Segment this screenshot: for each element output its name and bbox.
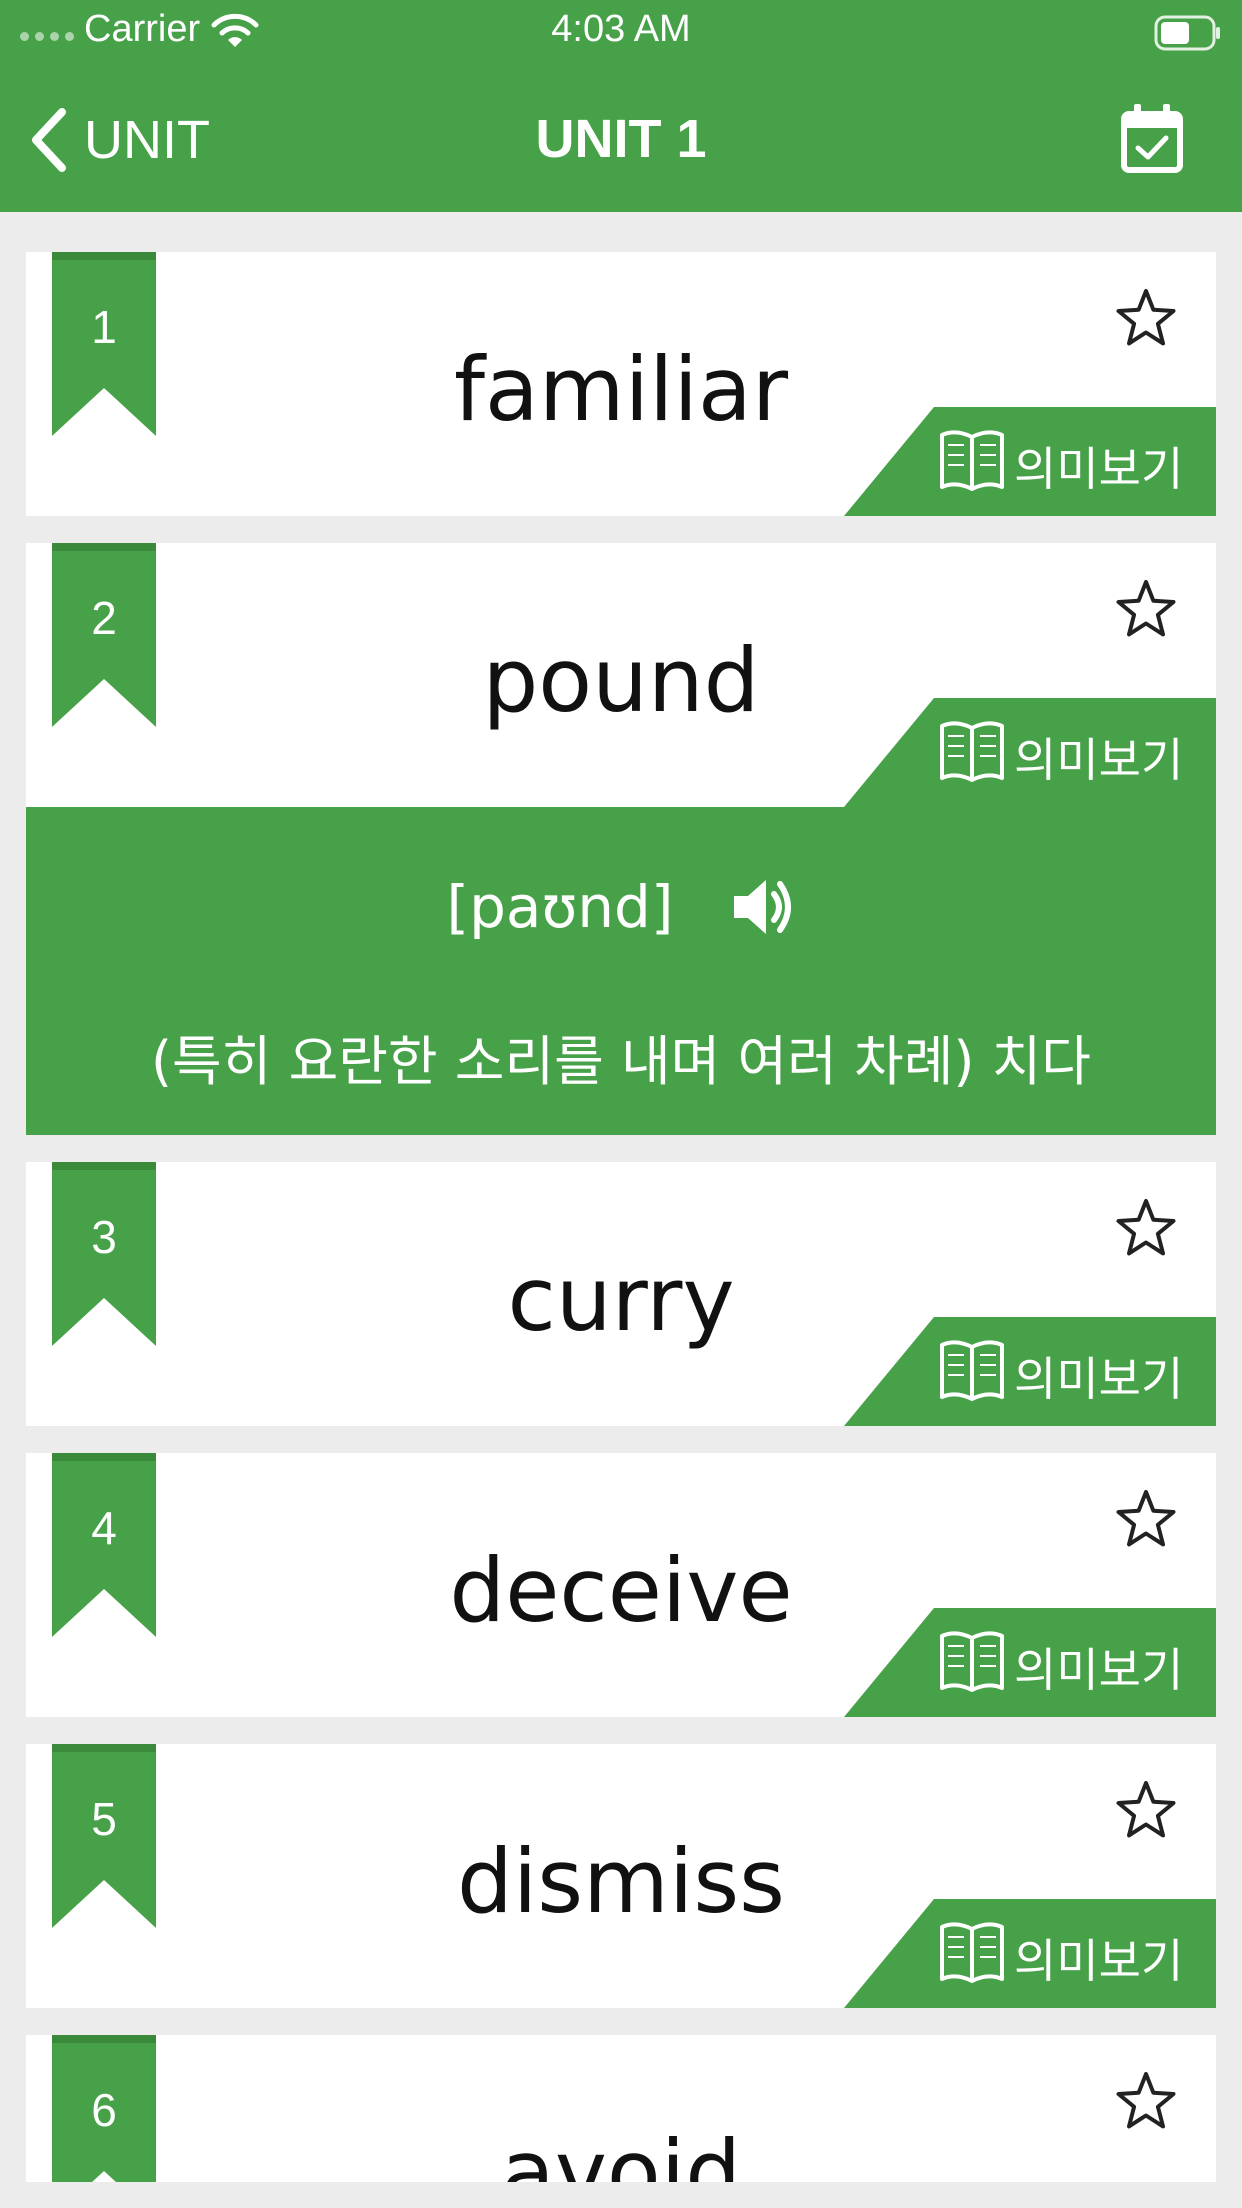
word-card[interactable]: 4 deceive 의미보기 (26, 1453, 1216, 1717)
dictionary-book-icon (940, 430, 1004, 491)
word-card[interactable]: 2 pound 의미보기 [paʊnd] (특히 요란한 소리를 내며 여러 차… (26, 543, 1216, 1135)
star-icon[interactable] (1114, 1487, 1178, 1551)
word-card[interactable]: 3 curry 의미보기 (26, 1162, 1216, 1426)
calendar-check-icon (1121, 104, 1183, 173)
view-meaning-label: 의미보기 (1014, 1352, 1184, 1406)
view-meaning-label: 의미보기 (1014, 442, 1184, 496)
battery-icon (1154, 15, 1220, 51)
calendar-button[interactable] (1120, 102, 1184, 178)
word-detail-panel: [paʊnd] (특히 요란한 소리를 내며 여러 차례) 치다 (26, 807, 1216, 1135)
dictionary-book-icon (940, 1922, 1004, 1983)
view-meaning-label: 의미보기 (1014, 1934, 1184, 1988)
pronunciation-row: [paʊnd] (26, 873, 1216, 941)
pronunciation-text: [paʊnd] (446, 873, 674, 941)
star-icon[interactable] (1114, 577, 1178, 641)
dictionary-book-icon (940, 1631, 1004, 1692)
status-time: 4:03 AM (551, 8, 691, 50)
page-title: UNIT 1 (535, 109, 707, 169)
view-meaning-button[interactable]: 의미보기 (844, 1608, 1216, 1717)
view-meaning-button[interactable]: 의미보기 (844, 1899, 1216, 2008)
star-icon[interactable] (1114, 1196, 1178, 1260)
navigation-bar: UNIT UNIT 1 (0, 64, 1242, 212)
dictionary-book-icon (940, 1340, 1004, 1401)
word-card[interactable]: 6 avoid 의미보기 (26, 2035, 1216, 2182)
definition-text: (특히 요란한 소리를 내며 여러 차례) 치다 (150, 1030, 1091, 1093)
star-icon[interactable] (1114, 286, 1178, 350)
star-icon[interactable] (1114, 1778, 1178, 1842)
view-meaning-button[interactable]: 의미보기 (844, 1317, 1216, 1426)
speaker-icon[interactable] (730, 876, 796, 938)
view-meaning-label: 의미보기 (1014, 733, 1184, 787)
word-list: 1 familiar 의미보기 2 pound 의미보기 [paʊnd] (특히… (26, 252, 1216, 2182)
word-card[interactable]: 1 familiar 의미보기 (26, 252, 1216, 516)
dictionary-book-icon (940, 721, 1004, 782)
status-bar: Carrier 4:03 AM (0, 0, 1242, 64)
view-meaning-button[interactable]: 의미보기 (844, 698, 1216, 807)
word-card[interactable]: 5 dismiss 의미보기 (26, 1744, 1216, 2008)
view-meaning-label: 의미보기 (1014, 1643, 1184, 1697)
word-text: avoid (500, 2121, 742, 2182)
view-meaning-button[interactable]: 의미보기 (844, 407, 1216, 516)
star-icon[interactable] (1114, 2069, 1178, 2133)
